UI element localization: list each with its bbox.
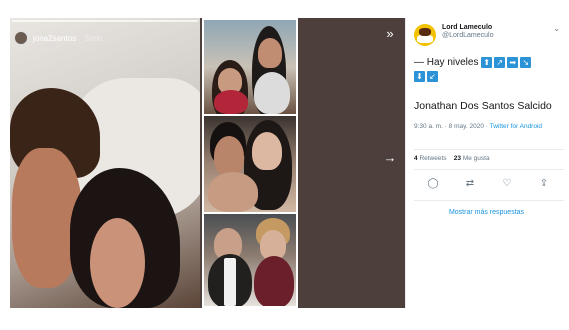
tweet-timestamp: 9:30 a. m. · 8 may. 2020 · Twitter for A… bbox=[414, 122, 564, 131]
arrow-downleft-icon: ↙ bbox=[427, 70, 438, 82]
arrow-right-icon: ➡ bbox=[507, 56, 519, 68]
tweet-text-body: — Hay niveles bbox=[414, 57, 479, 68]
show-more-replies-link[interactable]: Mostrar más respuestas bbox=[406, 209, 567, 216]
tweet-stats: 4 Retweets 23 Me gusta bbox=[414, 155, 490, 162]
retweets-label[interactable]: Retweets bbox=[419, 155, 446, 162]
likes-label[interactable]: Me gusta bbox=[463, 155, 490, 162]
arrow-up-icon: ⬆ bbox=[481, 56, 493, 68]
retweet-icon[interactable]: ⇄ bbox=[463, 178, 477, 189]
collage-photo-1 bbox=[204, 20, 296, 114]
story-avatar bbox=[14, 31, 28, 45]
tweet-title-line: Jonathan Dos Santos Salcido bbox=[414, 100, 552, 112]
tweet-actions: ◯ ⇄ ♡ ⇪ bbox=[426, 178, 551, 189]
collage-photo-2 bbox=[204, 116, 296, 212]
tweet-header: Lord Lameculo @LordLameculo bbox=[414, 24, 493, 46]
share-icon[interactable]: ⇪ bbox=[537, 178, 551, 189]
arrow-down-icon: ⬇ bbox=[414, 70, 425, 82]
story-header: jona2santos 5min bbox=[14, 31, 103, 45]
author-handle[interactable]: @LordLameculo bbox=[442, 32, 493, 39]
reply-icon[interactable]: ◯ bbox=[426, 178, 440, 189]
chevron-down-icon[interactable]: ⌄ bbox=[553, 24, 560, 33]
retweets-count[interactable]: 4 bbox=[414, 155, 418, 162]
like-icon[interactable]: ♡ bbox=[500, 178, 514, 189]
tweet-text: — Hay niveles ⬆ ↗ ➡ ↘ ⬇ ↙ bbox=[414, 56, 564, 84]
divider bbox=[414, 200, 564, 201]
story-time: 5min bbox=[85, 33, 103, 43]
collage-photo-3 bbox=[204, 214, 296, 306]
author-name[interactable]: Lord Lameculo bbox=[442, 24, 493, 31]
avatar[interactable] bbox=[414, 24, 436, 46]
next-arrow-icon[interactable]: → bbox=[380, 148, 400, 168]
arrow-upright-icon: ↗ bbox=[494, 56, 506, 68]
story-photo: jona2santos 5min bbox=[10, 18, 200, 308]
likes-count[interactable]: 23 bbox=[454, 155, 461, 162]
divider bbox=[414, 169, 564, 170]
arrow-downright-icon: ↘ bbox=[520, 56, 532, 68]
divider bbox=[414, 149, 564, 150]
arrow-emoji-row-2: ⬇ ↙ bbox=[414, 70, 438, 82]
source-link[interactable]: Twitter for Android bbox=[490, 123, 542, 130]
tweet-panel: Lord Lameculo @LordLameculo ⌄ — Hay nive… bbox=[405, 18, 566, 308]
photo-collage bbox=[202, 18, 298, 308]
story-progress-bar bbox=[12, 20, 198, 22]
timestamp-text[interactable]: 9:30 a. m. · 8 may. 2020 · bbox=[414, 123, 490, 130]
arrow-emoji-row: ⬆ ↗ ➡ ↘ bbox=[481, 56, 532, 68]
story-username: jona2santos bbox=[33, 33, 77, 43]
close-viewer-icon[interactable]: » bbox=[380, 24, 400, 44]
